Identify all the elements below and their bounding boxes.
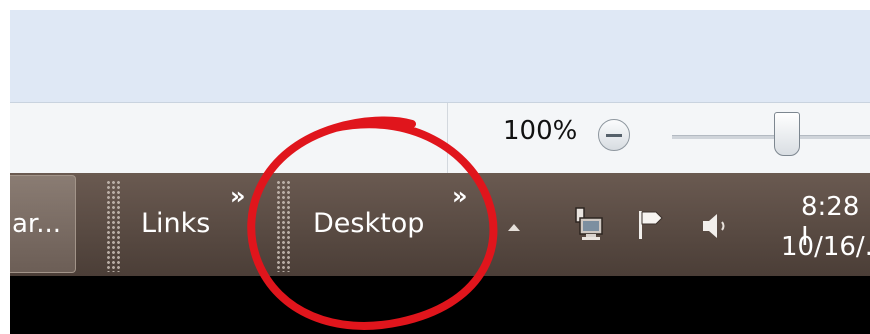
toolbar-grip-desktop[interactable] — [276, 180, 290, 272]
zoom-slider-track[interactable] — [672, 135, 870, 139]
taskbar — [10, 173, 870, 276]
toolbar-grip-links[interactable] — [106, 180, 120, 272]
minus-circle-icon — [606, 134, 622, 137]
toolbar-desktop-chevron-icon[interactable]: » — [452, 182, 468, 210]
zoom-level[interactable]: 100% — [503, 116, 577, 146]
desktop-background — [10, 276, 870, 334]
status-bar-separator — [447, 103, 448, 173]
zoom-slider-thumb[interactable] — [774, 112, 800, 156]
triangle-up-icon[interactable] — [508, 224, 520, 231]
speaker-icon[interactable] — [700, 210, 736, 242]
network-icon[interactable] — [566, 207, 606, 245]
flag-icon[interactable] — [636, 208, 670, 242]
toolbar-links-chevron-icon[interactable]: » — [230, 182, 246, 210]
taskbar-window-button[interactable]: ar... — [10, 175, 76, 273]
clock-date[interactable]: 10/16/. — [781, 232, 870, 262]
zoom-out-button[interactable] — [598, 119, 630, 151]
window-content-area — [10, 10, 870, 103]
taskbar-window-button-label: ar... — [12, 209, 62, 239]
toolbar-links-label[interactable]: Links — [141, 208, 210, 239]
toolbar-desktop-label[interactable]: Desktop — [313, 208, 424, 239]
